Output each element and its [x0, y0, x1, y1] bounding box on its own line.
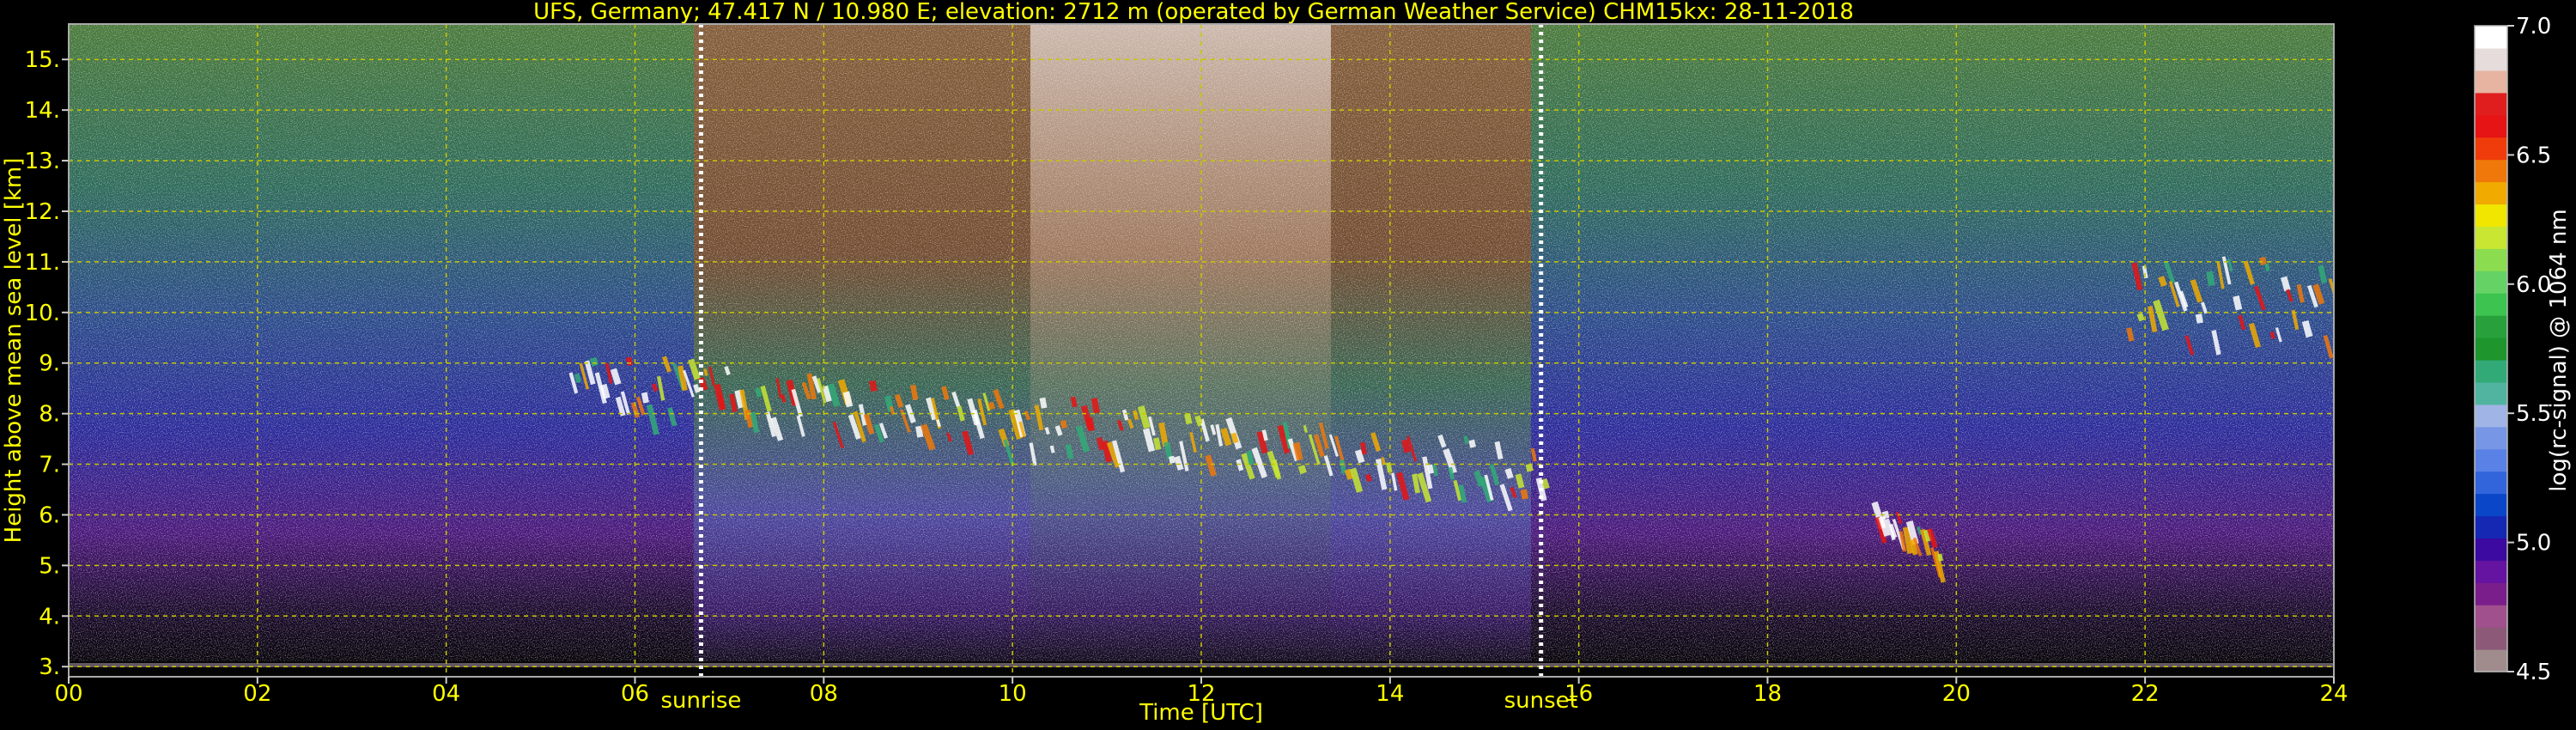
x-tick-label: 22 — [2131, 681, 2160, 707]
colorbar-segment — [2475, 338, 2507, 361]
colorbar-segment — [2475, 538, 2507, 561]
x-tick-label: 10 — [999, 681, 1027, 707]
colorbar-segment — [2475, 181, 2507, 205]
colorbar-segment — [2475, 204, 2507, 227]
colorbar-segment — [2475, 605, 2507, 628]
x-tick-label: 00 — [54, 681, 82, 707]
y-tick-label: 10. — [25, 301, 60, 326]
colorbar-segment — [2475, 359, 2507, 383]
y-tick-label: 4. — [39, 604, 60, 630]
colorbar-segment — [2475, 293, 2507, 316]
colorbar-segment — [2475, 137, 2507, 161]
colorbar-segment — [2475, 92, 2507, 116]
colorbar-segment — [2475, 582, 2507, 605]
ceilometer-chart: UFS, Germany; 47.417 N / 10.980 E; eleva… — [1, 0, 2572, 726]
y-tick-label: 7. — [39, 453, 60, 478]
y-tick-label: 9. — [39, 351, 60, 377]
y-tick-label: 15. — [25, 47, 60, 73]
signal-field — [69, 24, 2341, 677]
sun-marker-label: sunrise — [660, 688, 741, 714]
x-axis-label: Time [UTC] — [1139, 700, 1263, 726]
colorbar-segment — [2475, 315, 2507, 338]
colorbar-segment — [2475, 404, 2507, 428]
colorbar-segment — [2475, 493, 2507, 517]
colorbar-segment — [2475, 515, 2507, 539]
x-tick-label: 24 — [2319, 681, 2348, 707]
colorbar-segment — [2475, 114, 2507, 138]
chart-title: UFS, Germany; 47.417 N / 10.980 E; eleva… — [533, 0, 1854, 25]
colorbar-segment — [2475, 70, 2507, 94]
y-tick-label: 11. — [25, 250, 60, 276]
y-tick-label: 12. — [25, 199, 60, 225]
colorbar-segment — [2475, 159, 2507, 183]
colorbar-segment — [2475, 381, 2507, 405]
colorbar-segment — [2475, 271, 2507, 294]
colorbar-segment — [2475, 26, 2507, 49]
y-tick-label: 3. — [39, 654, 60, 680]
x-tick-label: 04 — [432, 681, 460, 707]
x-tick-label: 16 — [1564, 681, 1593, 707]
colorbar-tick-label: 5.0 — [2516, 531, 2551, 557]
cloud-streak — [2334, 284, 2341, 301]
x-tick-label: 18 — [1753, 681, 1782, 707]
colorbar-tick-label: 6.5 — [2516, 143, 2551, 168]
colorbar-segment — [2475, 248, 2507, 271]
colorbar-tick-label: 7.0 — [2516, 14, 2551, 40]
colorbar-segment — [2475, 426, 2507, 450]
x-tick-label: 20 — [1942, 681, 1971, 707]
y-tick-label: 6. — [39, 502, 60, 528]
x-tick-label: 14 — [1376, 681, 1404, 707]
colorbar: 4.55.05.56.06.57.0 — [2474, 14, 2551, 685]
x-tick-label: 08 — [810, 681, 838, 707]
colorbar-segment — [2475, 448, 2507, 472]
y-tick-label: 8. — [39, 402, 60, 428]
colorbar-segment — [2475, 47, 2507, 71]
y-tick-label: 5. — [39, 553, 60, 579]
y-tick-label: 14. — [25, 98, 60, 124]
x-tick-label: 06 — [621, 681, 649, 707]
x-tick-label: 02 — [243, 681, 271, 707]
colorbar-segment — [2475, 560, 2507, 583]
y-axis-label: Height above mean sea level [km] — [1, 158, 27, 544]
y-axis: 3. 4. 5. 6. 7. 8. 9. 10. 11. 12. 13. 14. 15. — [25, 47, 69, 680]
y-tick-label: 13. — [25, 149, 60, 174]
colorbar-label: log(rc-signal) @ 1064 nm — [2546, 209, 2572, 491]
colorbar-segment — [2475, 649, 2507, 672]
colorbar-segment — [2475, 226, 2507, 249]
colorbar-segment — [2475, 471, 2507, 495]
colorbar-segment — [2475, 627, 2507, 650]
colorbar-tick-label: 4.5 — [2516, 660, 2551, 685]
